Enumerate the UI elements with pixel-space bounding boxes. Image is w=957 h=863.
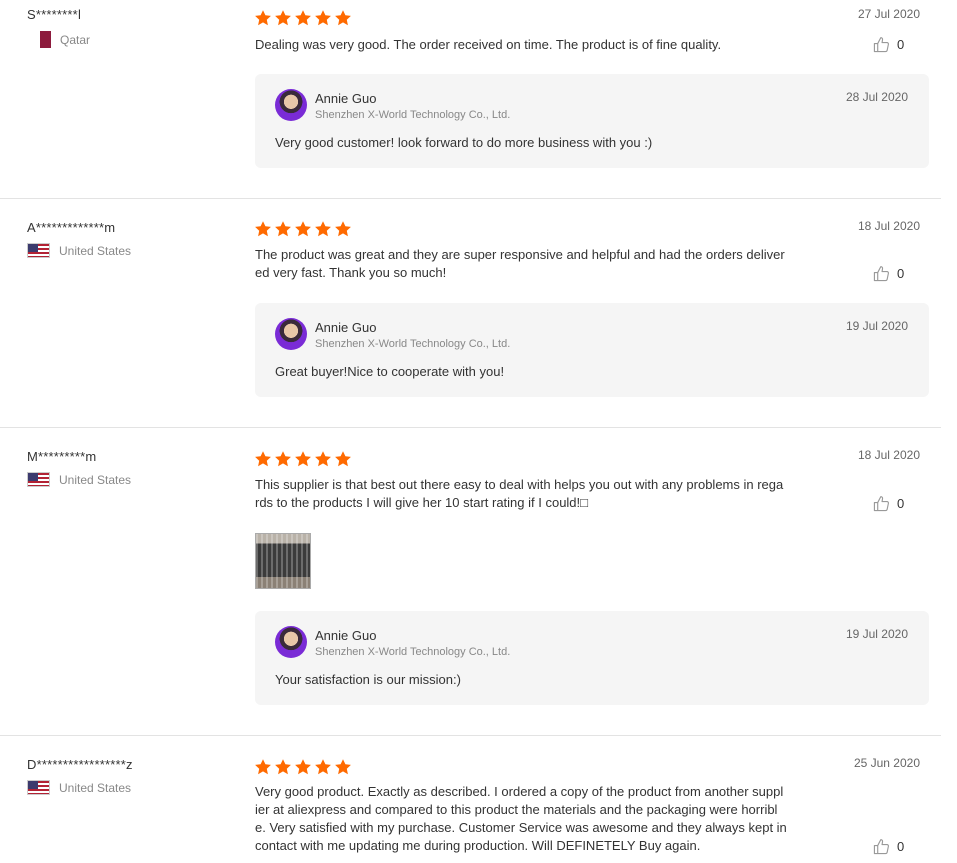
star-icon bbox=[315, 221, 331, 237]
reply-date: 19 Jul 2020 bbox=[845, 627, 908, 641]
review-text: Very good product. Exactly as described.… bbox=[255, 783, 820, 855]
us-flag-icon bbox=[27, 472, 50, 487]
star-icon bbox=[335, 451, 351, 467]
star-icon bbox=[275, 221, 291, 237]
avatar bbox=[275, 89, 307, 121]
review-text-line: This supplier is that best out there eas… bbox=[255, 477, 784, 492]
star-icon bbox=[315, 451, 331, 467]
reply-company: Shenzhen X-World Technology Co., Ltd. bbox=[315, 109, 511, 121]
star-icon bbox=[335, 10, 351, 26]
star-icon bbox=[315, 759, 331, 775]
star-icon bbox=[275, 759, 291, 775]
buyer-name: A*************m bbox=[27, 220, 116, 235]
review-text-line: ier at aliexpress and compared to this p… bbox=[255, 802, 778, 817]
star-icon bbox=[275, 10, 291, 26]
buyer-name: S********l bbox=[27, 7, 82, 22]
rating-stars bbox=[254, 758, 352, 776]
country-label: United States bbox=[59, 243, 132, 258]
qatar-flag-icon bbox=[35, 31, 51, 48]
like-button[interactable]: 0 bbox=[873, 36, 904, 53]
like-count: 0 bbox=[897, 496, 905, 511]
reply-date: 28 Jul 2020 bbox=[845, 90, 908, 104]
review-text-line: contact with me updating me during produ… bbox=[255, 838, 701, 853]
like-count: 0 bbox=[897, 37, 905, 52]
reply-author: Annie Guo bbox=[315, 320, 377, 335]
reply-date: 19 Jul 2020 bbox=[845, 319, 908, 333]
star-icon bbox=[295, 221, 311, 237]
rating-stars bbox=[254, 450, 352, 468]
reply-company: Shenzhen X-World Technology Co., Ltd. bbox=[315, 646, 511, 658]
seller-reply: Annie Guo Shenzhen X-World Technology Co… bbox=[255, 74, 929, 168]
seller-reply: Annie Guo Shenzhen X-World Technology Co… bbox=[255, 611, 929, 705]
buyer-country: United States bbox=[27, 780, 131, 795]
review-text: The product was great and they are super… bbox=[255, 246, 820, 282]
review-date: 18 Jul 2020 bbox=[857, 219, 920, 233]
review-photo[interactable] bbox=[255, 533, 311, 589]
us-flag-icon bbox=[27, 243, 50, 258]
review-text-line: rds to the products I will give her 10 s… bbox=[255, 495, 589, 510]
buyer-country: United States bbox=[27, 472, 131, 487]
us-flag-icon bbox=[27, 780, 50, 795]
buyer-name: D*****************z bbox=[27, 757, 133, 772]
review-text: Dealing was very good. The order receive… bbox=[255, 37, 722, 52]
country-label: United States bbox=[59, 472, 132, 487]
seller-reply: Annie Guo Shenzhen X-World Technology Co… bbox=[255, 303, 929, 397]
avatar bbox=[275, 318, 307, 350]
star-icon bbox=[255, 451, 271, 467]
rating-stars bbox=[254, 220, 352, 238]
divider bbox=[0, 427, 941, 428]
reply-author: Annie Guo bbox=[315, 91, 377, 106]
star-icon bbox=[255, 10, 271, 26]
thumbs-up-icon bbox=[873, 495, 897, 512]
like-button[interactable]: 0 bbox=[873, 265, 904, 282]
rating-stars bbox=[254, 9, 352, 27]
reply-text: Your satisfaction is our mission:) bbox=[275, 672, 461, 687]
reply-author: Annie Guo bbox=[315, 628, 377, 643]
star-icon bbox=[335, 759, 351, 775]
like-button[interactable]: 0 bbox=[873, 495, 904, 512]
thumbs-up-icon bbox=[873, 838, 897, 855]
country-label: United States bbox=[59, 780, 132, 795]
reply-company: Shenzhen X-World Technology Co., Ltd. bbox=[315, 338, 511, 350]
reply-text: Great buyer!Nice to cooperate with you! bbox=[275, 364, 505, 379]
star-icon bbox=[295, 10, 311, 26]
star-icon bbox=[315, 10, 331, 26]
review-date: 25 Jun 2020 bbox=[853, 756, 920, 770]
star-icon bbox=[255, 759, 271, 775]
thumbs-up-icon bbox=[873, 265, 897, 282]
like-count: 0 bbox=[897, 839, 905, 854]
thumbs-up-icon bbox=[873, 36, 897, 53]
review-text-line: e. Very satisfied with my purchase. Cust… bbox=[255, 820, 787, 835]
review-date: 27 Jul 2020 bbox=[857, 7, 920, 21]
buyer-country: Qatar bbox=[27, 31, 90, 48]
like-count: 0 bbox=[897, 266, 905, 281]
star-icon bbox=[295, 451, 311, 467]
review-text-line: The product was great and they are super… bbox=[255, 247, 785, 262]
review-text: This supplier is that best out there eas… bbox=[255, 476, 820, 512]
star-icon bbox=[295, 759, 311, 775]
like-button[interactable]: 0 bbox=[873, 838, 904, 855]
review-text-line: Very good product. Exactly as described.… bbox=[255, 784, 784, 799]
divider bbox=[0, 735, 941, 736]
reply-text: Very good customer! look forward to do m… bbox=[275, 135, 653, 150]
buyer-country: United States bbox=[27, 243, 131, 258]
review-date: 18 Jul 2020 bbox=[857, 448, 920, 462]
buyer-name: M*********m bbox=[27, 449, 97, 464]
country-label: Qatar bbox=[60, 32, 91, 47]
star-icon bbox=[335, 221, 351, 237]
avatar bbox=[275, 626, 307, 658]
star-icon bbox=[255, 221, 271, 237]
divider bbox=[0, 198, 941, 199]
star-icon bbox=[275, 451, 291, 467]
review-text-line: ed very fast. Thank you so much! bbox=[255, 265, 447, 280]
